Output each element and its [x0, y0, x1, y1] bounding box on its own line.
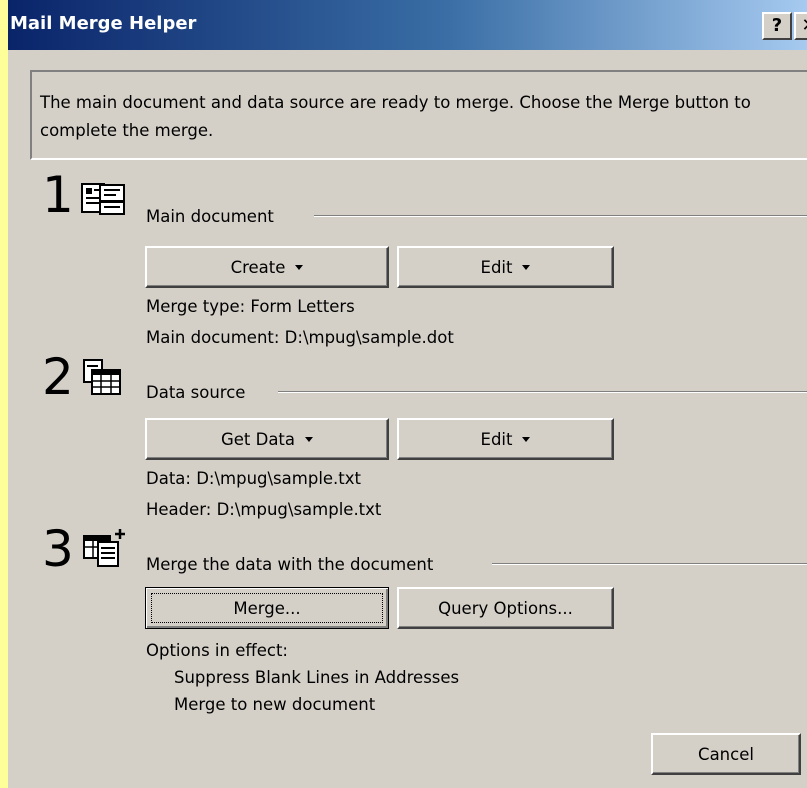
- window-title: Mail Merge Helper: [10, 13, 197, 34]
- separator: [314, 215, 807, 217]
- main-document-title: Main document: [146, 207, 274, 226]
- edit-main-document-button[interactable]: Edit: [397, 246, 614, 288]
- get-data-button[interactable]: Get Data: [145, 418, 389, 460]
- chevron-down-icon: [522, 436, 531, 442]
- merge-icon: [83, 529, 125, 567]
- close-button[interactable]: ✕: [794, 12, 807, 40]
- focus-rect: [151, 593, 383, 623]
- close-icon: ✕: [801, 17, 807, 35]
- info-panel: The main document and data source are re…: [30, 70, 807, 160]
- merge-button[interactable]: Merge...: [145, 587, 389, 629]
- merge-section-title: Merge the data with the document: [146, 555, 434, 574]
- help-button[interactable]: ?: [762, 12, 792, 40]
- chevron-down-icon: [295, 264, 304, 270]
- step-3-number: 3: [42, 520, 74, 578]
- create-label: Create: [230, 257, 286, 277]
- cancel-label: Cancel: [698, 744, 754, 764]
- title-bar: Mail Merge Helper ? ✕: [8, 0, 807, 50]
- data-source-icon: [83, 359, 121, 395]
- mail-merge-helper-dialog: Mail Merge Helper ? ✕ The main document …: [8, 0, 807, 788]
- query-options-button[interactable]: Query Options...: [397, 587, 614, 629]
- option-merge-to-new-document: Merge to new document: [174, 695, 376, 714]
- edit-data-source-button[interactable]: Edit: [397, 418, 614, 460]
- merge-type-text: Merge type: Form Letters: [146, 297, 355, 316]
- options-heading: Options in effect:: [146, 641, 288, 660]
- create-button[interactable]: Create: [145, 246, 389, 288]
- main-document-icon: [81, 183, 125, 215]
- main-document-path-text: Main document: D:\mpug\sample.dot: [146, 328, 454, 347]
- separator: [278, 391, 807, 393]
- chevron-down-icon: [305, 436, 314, 442]
- edit-label: Edit: [480, 257, 513, 277]
- separator: [492, 563, 807, 565]
- edit-label: Edit: [480, 429, 513, 449]
- header-path-text: Header: D:\mpug\sample.txt: [146, 500, 382, 519]
- step-2-number: 2: [42, 348, 74, 406]
- get-data-label: Get Data: [220, 429, 296, 449]
- chevron-down-icon: [522, 264, 531, 270]
- query-options-label: Query Options...: [438, 598, 573, 618]
- data-source-title: Data source: [146, 383, 246, 402]
- data-path-text: Data: D:\mpug\sample.txt: [146, 469, 361, 488]
- step-1-number: 1: [42, 166, 74, 224]
- help-icon: ?: [771, 15, 783, 36]
- info-text: The main document and data source are re…: [40, 93, 751, 140]
- cancel-button[interactable]: Cancel: [651, 733, 801, 775]
- option-suppress-blank-lines: Suppress Blank Lines in Addresses: [174, 668, 460, 687]
